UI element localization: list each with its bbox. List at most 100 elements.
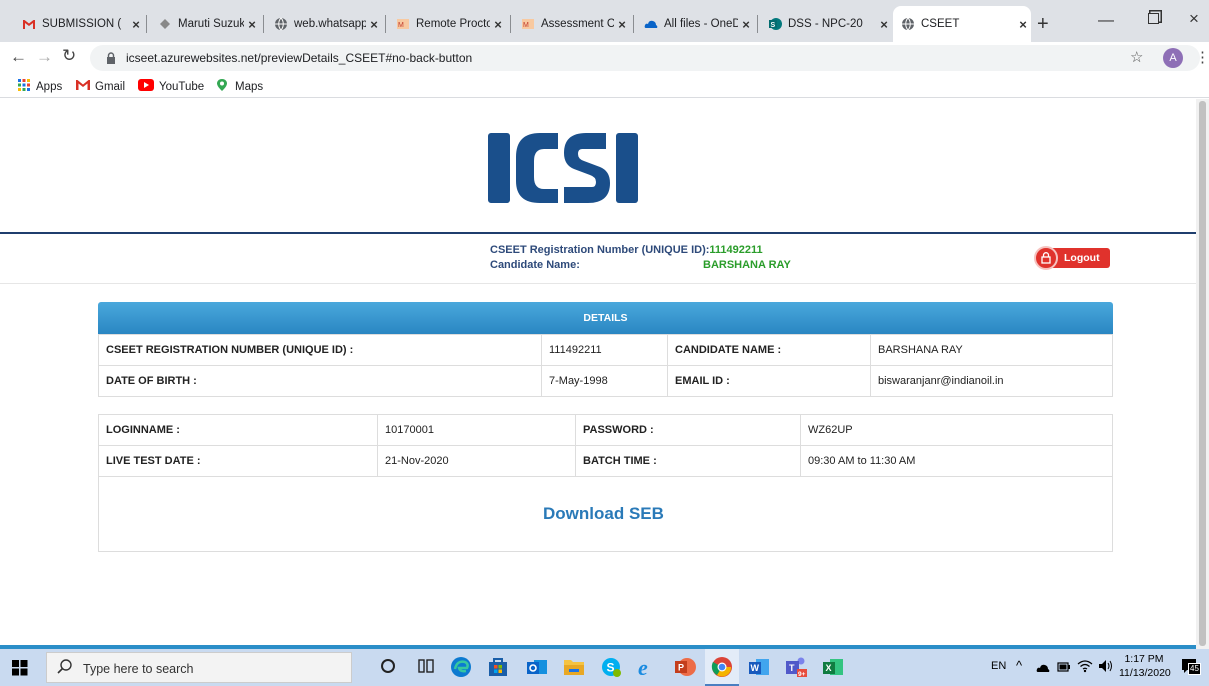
reg-number-value: 111492211 [541,334,668,366]
reg-value: 111492211 [709,244,763,256]
live-test-date-label: LIVE TEST DATE : [98,445,378,477]
tab-label: Assessment Ce [541,18,614,30]
outlook-icon[interactable] [526,656,548,683]
gmail-icon [76,79,90,94]
wifi-icon[interactable] [1077,659,1093,678]
notification-center-icon[interactable]: 45 [1181,658,1201,681]
reload-button[interactable]: ↻ [62,46,76,66]
taskbar-clock[interactable]: 1:17 PM 11/13/2020 [1119,652,1171,680]
tab-submission[interactable]: SUBMISSION ( × [14,10,144,38]
back-button[interactable]: ← [10,47,27,67]
taskbar-search-box[interactable]: Type here to search [46,652,352,683]
youtube-icon [138,79,154,94]
tab-onedrive[interactable]: All files - OneD × [636,10,754,38]
tab-assessment[interactable]: M Assessment Ce × [513,10,630,38]
svg-text:M: M [398,22,404,29]
email-value: biswaranjanr@indianoil.in [870,365,1113,397]
batch-time-label: BATCH TIME : [575,445,801,477]
browser-toolbar: ← → ↻ icseet.azurewebsites.net/previewDe… [0,42,1209,74]
windows-start-icon[interactable] [12,660,28,681]
login-table: LOGINNAME : 10170001 PASSWORD : WZ62UP L… [98,414,1113,477]
tab-label: All files - OneD [664,18,738,30]
onedrive-icon[interactable] [1036,660,1052,678]
tab-whatsapp[interactable]: web.whatsapp. × [266,10,382,38]
sharepoint-icon: S [768,17,782,31]
tab-close-icon[interactable]: × [128,17,144,32]
forward-button[interactable]: → [36,47,53,67]
profile-avatar[interactable]: A [1163,48,1183,68]
vertical-scrollbar[interactable] [1196,99,1209,649]
svg-text:9+: 9+ [798,671,806,677]
tab-maruti[interactable]: Maruti Suzuki × [150,10,260,38]
reg-number-label: CSEET REGISTRATION NUMBER (UNIQUE ID) : [98,334,542,366]
dob-value: 7-May-1998 [541,365,668,397]
search-placeholder: Type here to search [83,662,194,676]
chevron-up-icon[interactable]: ^ [1016,658,1022,673]
globe-icon [274,17,288,31]
tab-close-icon[interactable]: × [1015,17,1031,32]
bookmark-apps[interactable]: Apps [18,79,62,94]
file-explorer-icon[interactable] [563,657,585,682]
tab-close-icon[interactable]: × [614,17,630,32]
edge-icon[interactable] [450,656,472,683]
tab-close-icon[interactable]: × [366,17,382,32]
download-seb-link[interactable]: Download SEB [543,504,664,524]
logout-button[interactable]: Logout [1034,246,1110,270]
bookmark-label: YouTube [159,80,205,93]
svg-text:T: T [789,663,795,673]
table-row: DATE OF BIRTH : 7-May-1998 EMAIL ID : bi… [98,365,1113,397]
batch-time-value: 09:30 AM to 11:30 AM [800,445,1113,477]
proctor-icon: M [521,17,535,31]
address-bar[interactable]: icseet.azurewebsites.net/previewDetails_… [90,45,1200,71]
onedrive-icon [644,17,658,31]
table-row: LIVE TEST DATE : 21-Nov-2020 BATCH TIME … [98,445,1113,477]
new-tab-button[interactable]: + [1037,14,1049,34]
clock-date: 11/13/2020 [1119,667,1171,679]
registration-header: CSEET Registration Number (UNIQUE ID):11… [490,244,763,256]
skype-icon[interactable]: S [600,656,622,683]
tab-close-icon[interactable]: × [738,17,754,32]
tab-dss[interactable]: S DSS - NPC-20 × [760,10,892,38]
chrome-taskbar-button[interactable] [705,649,739,686]
tab-remote-proctor[interactable]: M Remote Procto × [388,10,506,38]
powerpoint-icon[interactable]: P [674,656,696,683]
teams-icon[interactable]: T 9+ [785,655,807,682]
browser-tab-strip: SUBMISSION ( × Maruti Suzuki × web.whats… [0,0,1209,42]
bookmark-maps[interactable]: Maps [215,78,263,95]
cortana-icon[interactable] [381,659,395,673]
tab-label: Remote Procto [416,18,490,30]
volume-icon[interactable] [1097,658,1113,679]
language-indicator[interactable]: EN [991,660,1006,672]
store-icon[interactable] [487,656,509,683]
battery-icon[interactable] [1057,660,1071,679]
tab-close-icon[interactable]: × [490,17,506,32]
tab-close-icon[interactable]: × [876,17,892,32]
tab-close-icon[interactable]: × [244,17,260,32]
table-row: CSEET REGISTRATION NUMBER (UNIQUE ID) : … [98,334,1113,366]
tab-label: web.whatsapp. [294,18,366,30]
star-icon[interactable]: ☆ [1130,48,1143,66]
loginname-value: 10170001 [377,414,576,446]
svg-text:W: W [751,663,760,673]
candidate-name-label: CANDIDATE NAME : [667,334,871,366]
word-icon[interactable]: W [748,656,770,683]
bookmark-youtube[interactable]: YouTube [138,79,204,94]
svg-text:e: e [638,655,648,679]
excel-icon[interactable]: X [822,656,844,683]
internet-explorer-icon[interactable]: e [637,655,659,684]
tab-label: Maruti Suzuki [178,18,244,30]
menu-kebab-icon[interactable]: ⋮ [1195,48,1209,66]
globe-icon [901,17,915,31]
restore-button[interactable] [1148,13,1159,24]
gmail-icon [22,17,36,31]
tab-cseet[interactable]: CSEET × [893,6,1031,42]
bookmark-label: Apps [36,80,63,93]
maruti-icon [158,17,172,31]
loginname-label: LOGINNAME : [98,414,378,446]
bookmark-gmail[interactable]: Gmail [76,79,125,94]
minimize-button[interactable]: — [1098,12,1114,30]
task-view-icon[interactable] [418,658,434,679]
apps-grid-icon [18,79,30,94]
candidate-name-value: BARSHANA RAY [870,334,1113,366]
close-window-button[interactable]: × [1189,9,1199,29]
